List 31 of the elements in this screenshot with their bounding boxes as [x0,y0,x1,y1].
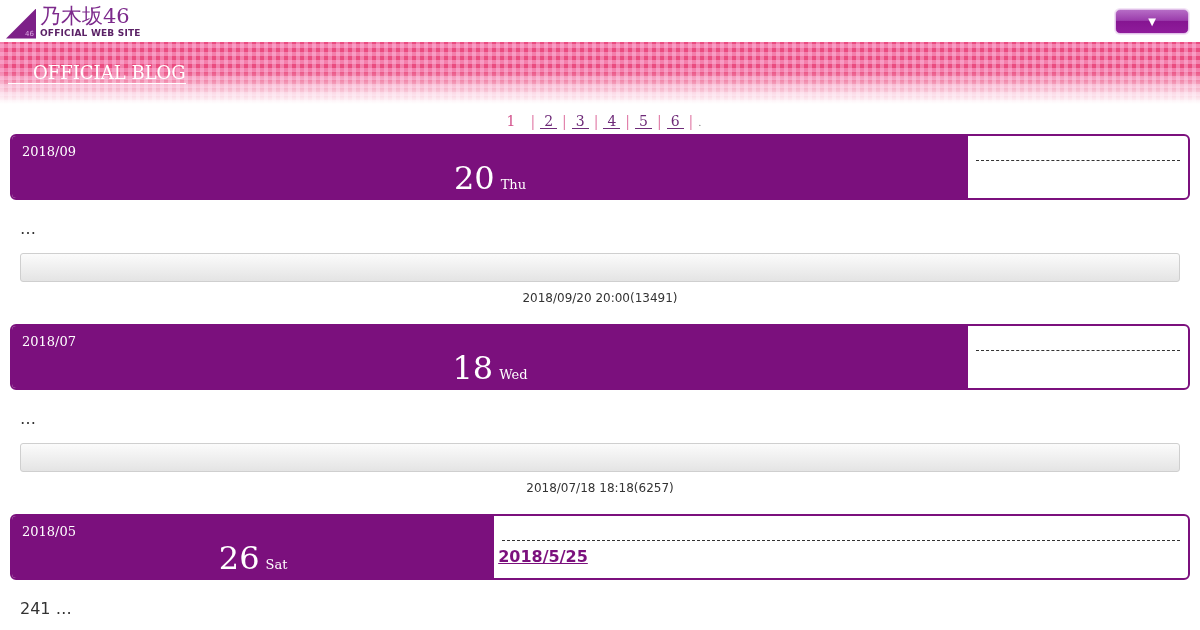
page-separator: | [562,112,567,132]
entry-month: 2018/07 [22,334,76,350]
page-link[interactable]: 5 [635,114,652,129]
page-link[interactable]: 2 [540,114,558,129]
page-link[interactable]: 6 [666,114,684,129]
page-separator: | [656,112,662,132]
entry-weekday: Thu [500,177,527,193]
entry-weekday: Wed [499,367,528,383]
entry-excerpt: … [20,219,36,239]
entry-day: 26 [218,539,260,577]
menu-button[interactable]: ▼ [1115,8,1189,34]
entry-excerpt: … [20,409,36,429]
page-separator: | [688,112,694,132]
entry-month: 2018/09 [22,144,76,160]
page-link[interactable]: 3 [571,114,589,129]
page-separator: | [593,112,599,132]
entry-title-link[interactable]: 2018/5/25 [498,547,588,566]
entry-day: 20 [453,159,495,197]
page-separator: | [625,112,631,132]
page-dot: . [698,116,702,130]
page-link[interactable]: 4 [603,114,621,129]
current-page: 1 [506,112,516,131]
entry-excerpt: 241 … [20,599,72,619]
entry-weekday: Sat [265,557,288,573]
entry-meta: 2018/07/18 18:18(6257) [526,481,674,495]
logo-wordmark: 乃木坂46 [40,3,131,28]
entry-meta: 2018/09/20 20:00(13491) [522,291,678,305]
logo-tagline: OFFICIAL WEB SITE [40,27,141,39]
page-separator: | [530,112,536,132]
entry-day: 18 [452,349,494,387]
entry-month: 2018/05 [22,524,76,540]
